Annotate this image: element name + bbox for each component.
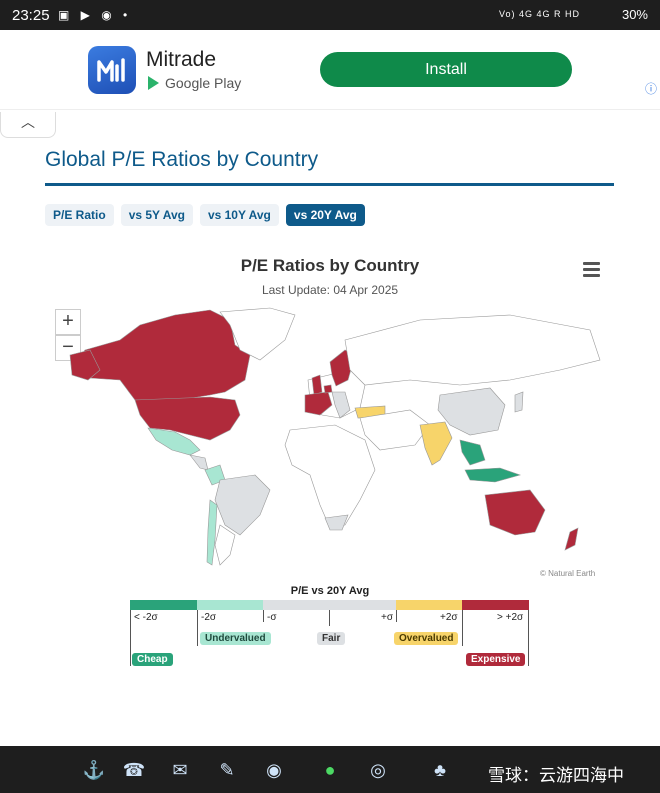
tab-vs-5y-avg[interactable]: vs 5Y Avg bbox=[120, 204, 193, 226]
country-canada bbox=[77, 309, 251, 401]
ad-store-label: Google Play bbox=[165, 75, 242, 91]
legend-bin-overvalued bbox=[396, 600, 462, 610]
legend-cheap-badge: Cheap bbox=[132, 653, 173, 666]
clock: 23:25 bbox=[12, 7, 50, 24]
chart-menu-icon[interactable] bbox=[583, 262, 600, 280]
tab-bar: P/E Ratio vs 5Y Avg vs 10Y Avg vs 20Y Av… bbox=[45, 204, 372, 226]
country-australia bbox=[484, 489, 546, 536]
app-icon[interactable]: ◎ bbox=[366, 758, 390, 782]
ad-banner[interactable]: Mitrade Google Play Install ⓘ bbox=[0, 30, 660, 110]
country-united-kingdom bbox=[311, 374, 323, 396]
install-button[interactable]: Install bbox=[320, 52, 572, 87]
legend-title: P/E vs 20Y Avg bbox=[290, 585, 370, 597]
title-divider bbox=[45, 183, 614, 186]
legend-overvalued-badge: Overvalued bbox=[394, 632, 459, 645]
country-india bbox=[419, 421, 453, 466]
wechat-icon[interactable]: ● bbox=[318, 758, 342, 782]
camera-icon[interactable]: ◉ bbox=[262, 758, 286, 782]
tab-vs-10y-avg[interactable]: vs 10Y Avg bbox=[199, 204, 279, 226]
ad-brand-name: Mitrade bbox=[146, 48, 217, 71]
country-new-zealand bbox=[564, 527, 579, 551]
country-netherlands bbox=[323, 384, 333, 394]
legend-fair-badge: Fair bbox=[317, 632, 346, 645]
legend-bin-fair-low bbox=[263, 600, 329, 610]
legend-label-plus-2sigma: +2σ bbox=[440, 612, 458, 623]
legend-bin-fair-high bbox=[329, 600, 396, 610]
map-credit: © Natural Earth bbox=[540, 569, 596, 578]
legend-bin-expensive bbox=[462, 600, 529, 610]
chart-title: P/E Ratios by Country bbox=[240, 256, 420, 275]
battery-level: 30% bbox=[621, 7, 648, 22]
legend-bin-cheap bbox=[130, 600, 197, 610]
legend-tick bbox=[329, 610, 330, 626]
chat-icon[interactable]: ✉ bbox=[168, 758, 192, 782]
region-southeast-asia bbox=[459, 439, 486, 466]
ad-info-icon[interactable]: ⓘ bbox=[645, 80, 657, 97]
region-africa bbox=[284, 424, 376, 529]
legend-expensive-badge: Expensive bbox=[466, 653, 526, 666]
collapse-button[interactable]: ︿ bbox=[0, 112, 56, 138]
chart-subtitle: Last Update: 04 Apr 2025 bbox=[261, 283, 399, 297]
watermark: 雪球：云游四海中 bbox=[488, 766, 624, 785]
legend-label-minus-2sigma: -2σ bbox=[201, 612, 217, 623]
legend-label-plus-sigma: +σ bbox=[381, 612, 394, 623]
play-store-icon bbox=[148, 76, 159, 90]
status-bar: 23:25 ▣ ▶ ◉ • Vo) 4G 4G R HD 30% bbox=[0, 0, 660, 30]
country-argentina bbox=[214, 524, 236, 566]
country-russia bbox=[344, 314, 601, 386]
legend-tick bbox=[462, 610, 463, 646]
legend-tick bbox=[263, 610, 264, 622]
legend-undervalued-badge: Undervalued bbox=[200, 632, 271, 645]
scroll-icon[interactable]: ✎ bbox=[215, 758, 239, 782]
page-title: Global P/E Ratios by Country bbox=[45, 148, 319, 171]
tab-pe-ratio[interactable]: P/E Ratio bbox=[45, 204, 114, 226]
legend-tick bbox=[130, 610, 131, 666]
legend-tick bbox=[396, 610, 397, 622]
legend-tick bbox=[197, 610, 198, 646]
country-south-africa bbox=[324, 514, 349, 531]
country-japan bbox=[514, 391, 524, 413]
ad-store: Google Play bbox=[148, 75, 241, 91]
country-china bbox=[437, 387, 506, 436]
legend-bin-undervalued-low bbox=[197, 600, 263, 610]
notification-icons: ▣ ▶ ◉ • bbox=[58, 8, 132, 22]
network-indicators: Vo) 4G 4G R HD bbox=[498, 9, 580, 19]
taskbar: ⚓ ☎ ✉ ✎ ◉ ● ◎ ♣ 雪球：云游四海中 bbox=[0, 746, 660, 793]
anchor-icon[interactable]: ⚓ bbox=[82, 758, 106, 782]
legend-label-minus-sigma: -σ bbox=[267, 612, 277, 623]
legend-label-gt-2sigma: > +2σ bbox=[497, 612, 524, 623]
world-map[interactable] bbox=[60, 300, 605, 570]
legend-tick bbox=[528, 610, 529, 666]
legend-label-lt-2sigma: < -2σ bbox=[134, 612, 158, 623]
country-chile bbox=[206, 499, 218, 566]
octopus-icon[interactable]: ♣ bbox=[428, 758, 452, 782]
country-indonesia bbox=[464, 467, 521, 483]
mitrade-logo bbox=[88, 46, 136, 94]
chevron-up-icon: ︿ bbox=[21, 114, 35, 130]
tab-vs-20y-avg[interactable]: vs 20Y Avg bbox=[285, 204, 365, 226]
phone-icon[interactable]: ☎ bbox=[122, 758, 146, 782]
country-united-states bbox=[134, 396, 241, 441]
country-brazil bbox=[214, 474, 271, 536]
region-central-america bbox=[189, 454, 209, 471]
